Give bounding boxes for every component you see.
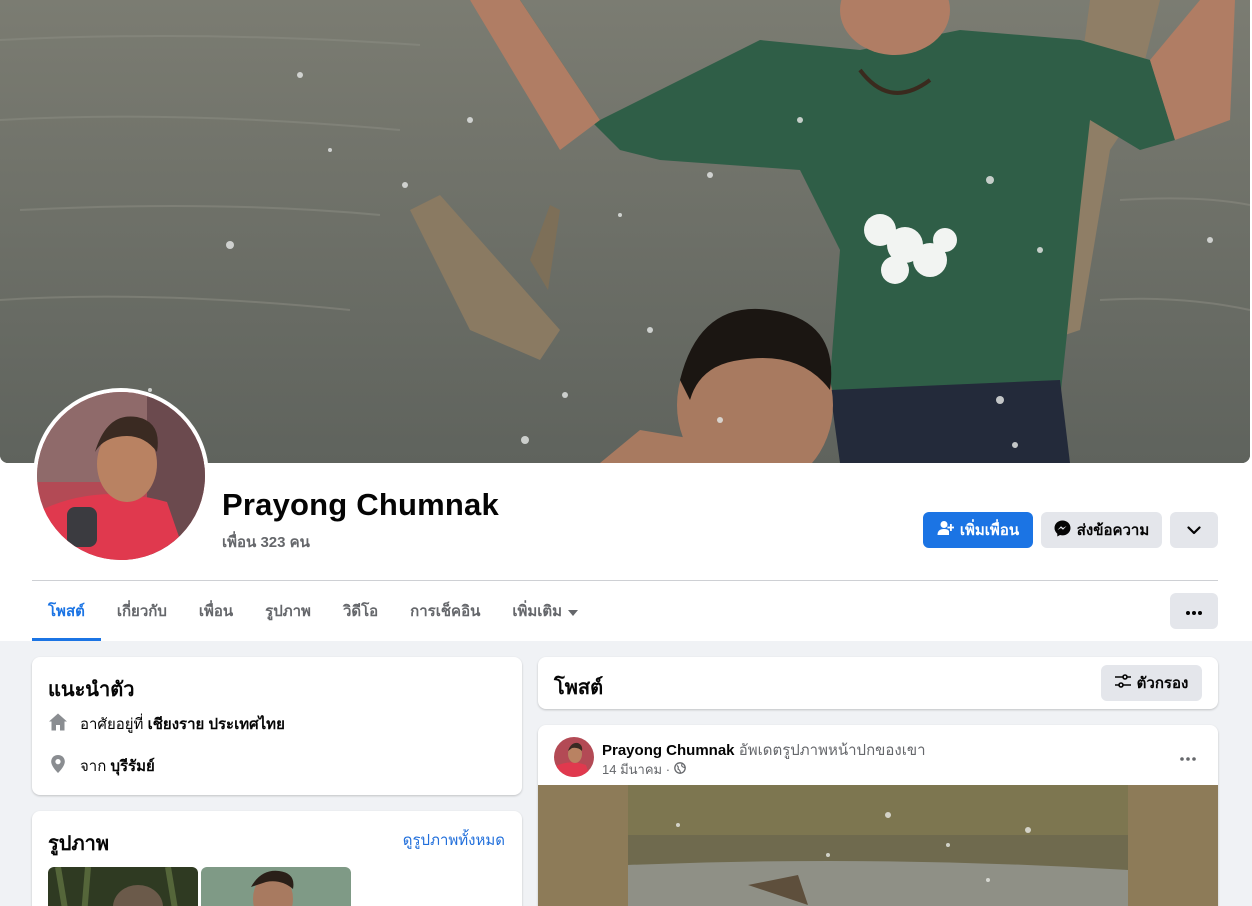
lives-prefix: อาศัยอยู่ที่ bbox=[80, 716, 144, 733]
tab-photos[interactable]: รูปภาพ bbox=[249, 581, 327, 641]
tab-about[interactable]: เกี่ยวกับ bbox=[101, 581, 183, 641]
profile-avatar[interactable] bbox=[33, 388, 209, 564]
post-author-name[interactable]: Prayong Chumnak bbox=[602, 742, 735, 759]
add-friend-button[interactable]: เพิ่มเพื่อน bbox=[923, 512, 1033, 548]
location-pin-icon bbox=[48, 754, 68, 778]
post-options-button[interactable] bbox=[1170, 739, 1206, 775]
messenger-icon bbox=[1054, 520, 1071, 541]
photo-thumbnail[interactable] bbox=[201, 867, 351, 906]
filter-button[interactable]: ตัวกรอง bbox=[1101, 665, 1202, 701]
tab-about-label: เกี่ยวกับ bbox=[116, 603, 167, 620]
photos-card: รูปภาพ ดูรูปภาพทั้งหมด bbox=[32, 811, 522, 906]
intro-lives-in: อาศัยอยู่ที่ เชียงราย ประเทศไทย bbox=[48, 712, 285, 736]
more-horizontal-icon bbox=[1186, 602, 1202, 620]
send-message-label: ส่งข้อความ bbox=[1076, 522, 1150, 539]
tab-videos[interactable]: วิดีโอ bbox=[327, 581, 394, 641]
caret-down-icon bbox=[568, 603, 579, 620]
home-icon bbox=[48, 712, 68, 736]
globe-icon bbox=[674, 762, 686, 777]
photos-title: รูปภาพ bbox=[48, 833, 110, 855]
more-horizontal-icon bbox=[1180, 748, 1196, 766]
posts-header-card: โพสต์ ตัวกรอง bbox=[538, 657, 1218, 709]
add-friend-icon bbox=[937, 520, 955, 540]
posts-title: โพสต์ bbox=[554, 677, 604, 699]
tab-friends-label: เพื่อน bbox=[198, 603, 234, 620]
intro-card: แนะนำตัว อาศัยอยู่ที่ เชียงราย ประเทศไทย… bbox=[32, 657, 522, 795]
lives-value[interactable]: เชียงราย ประเทศไทย bbox=[148, 716, 285, 733]
tab-posts[interactable]: โพสต์ bbox=[32, 581, 101, 641]
send-message-button[interactable]: ส่งข้อความ bbox=[1041, 512, 1162, 548]
tab-checkins-label: การเช็คอิน bbox=[410, 603, 481, 620]
profile-options-dropdown[interactable] bbox=[1170, 512, 1218, 548]
friends-count[interactable]: เพื่อน 323 คน bbox=[222, 530, 310, 554]
post-action-text: อัพเดตรูปภาพหน้าปกของเขา bbox=[738, 742, 926, 759]
post-timestamp: 14 มีนาคม · bbox=[602, 759, 686, 780]
profile-name: Prayong Chumnak bbox=[222, 487, 499, 522]
photo-thumbnail[interactable] bbox=[48, 867, 198, 906]
tab-friends[interactable]: เพื่อน bbox=[183, 581, 249, 641]
post-image[interactable] bbox=[538, 785, 1218, 906]
filter-label: ตัวกรอง bbox=[1136, 675, 1189, 692]
intro-from: จาก บุรีรัมย์ bbox=[48, 754, 155, 778]
tab-more[interactable]: เพิ่มเติม bbox=[496, 581, 594, 641]
tab-checkins[interactable]: การเช็คอิน bbox=[394, 581, 496, 641]
profile-header: Prayong Chumnak เพื่อน 323 คน เพิ่มเพื่อ… bbox=[0, 0, 1252, 641]
intro-title: แนะนำตัว bbox=[48, 679, 135, 701]
tabs-more-options-button[interactable] bbox=[1170, 593, 1218, 629]
from-prefix: จาก bbox=[80, 758, 107, 775]
filter-icon bbox=[1114, 674, 1131, 692]
chevron-down-icon bbox=[1187, 522, 1201, 539]
tab-photos-label: รูปภาพ bbox=[265, 603, 311, 620]
tab-more-label: เพิ่มเติม bbox=[512, 603, 563, 620]
post-author-avatar[interactable] bbox=[554, 737, 594, 777]
see-all-photos-link[interactable]: ดูรูปภาพทั้งหมด bbox=[403, 828, 505, 852]
add-friend-label: เพิ่มเพื่อน bbox=[959, 522, 1020, 539]
profile-tabs: โพสต์ เกี่ยวกับ เพื่อน รูปภาพ วิดีโอ การ… bbox=[32, 581, 594, 641]
post-time-text[interactable]: 14 มีนาคม · bbox=[602, 759, 670, 780]
tab-posts-label: โพสต์ bbox=[48, 603, 85, 620]
tab-videos-label: วิดีโอ bbox=[342, 603, 379, 620]
cover-photo[interactable] bbox=[0, 0, 1250, 463]
post-card: Prayong Chumnak อัพเดตรูปภาพหน้าปกของเขา… bbox=[538, 725, 1218, 906]
from-value[interactable]: บุรีรัมย์ bbox=[110, 758, 154, 775]
